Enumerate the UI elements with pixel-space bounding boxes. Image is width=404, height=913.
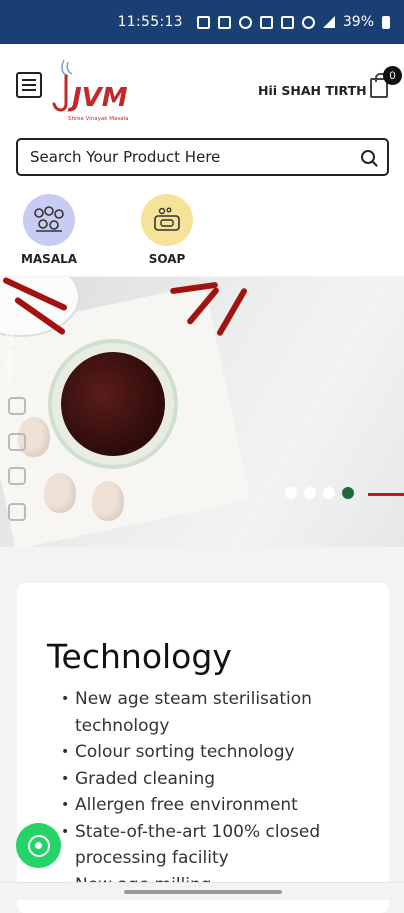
instagram-icon[interactable] xyxy=(8,467,26,485)
menu-button[interactable] xyxy=(16,72,42,98)
youtube-icon[interactable] xyxy=(8,503,26,521)
battery-percent: 39% xyxy=(342,14,374,30)
masala-icon xyxy=(34,206,64,232)
carousel-dot[interactable] xyxy=(285,487,297,499)
category-soap[interactable]: SOAP xyxy=(127,194,207,266)
status-time: 11:55:13 xyxy=(117,14,183,30)
technology-item: Allergen free environment xyxy=(61,792,375,819)
whatsapp-button[interactable] xyxy=(16,823,61,868)
category-row: MASALA SOAP xyxy=(0,190,404,276)
signal-icon xyxy=(322,16,335,28)
battery-icon xyxy=(382,15,390,29)
carousel-dot[interactable] xyxy=(304,487,316,499)
search-icon[interactable] xyxy=(361,150,375,164)
search-bar[interactable] xyxy=(16,138,389,176)
category-soap-circle[interactable] xyxy=(141,194,193,246)
calendar-icon xyxy=(259,15,273,29)
banner-garlic xyxy=(44,473,76,513)
laptop-icon xyxy=(196,15,210,29)
category-label: MASALA xyxy=(20,252,78,266)
brand-logo[interactable]: JVM Shree Vinayak Masala xyxy=(46,54,136,124)
technology-item: Graded cleaning xyxy=(61,766,375,793)
category-masala[interactable]: MASALA xyxy=(9,194,89,266)
banner-pickle-bowl xyxy=(48,339,178,469)
user-greeting[interactable]: Hii SHAH TIRTH xyxy=(258,83,367,98)
banner-garlic xyxy=(92,481,124,521)
technology-item: State-of-the-art 100% closed processing … xyxy=(61,819,375,872)
gesture-bar xyxy=(0,882,404,900)
hero-banner[interactable]: Follow Us xyxy=(0,277,404,547)
grid-icon xyxy=(217,15,231,29)
home-indicator[interactable] xyxy=(124,890,282,894)
logo-initials: JVM xyxy=(67,83,128,113)
app-header: JVM Shree Vinayak Masala Hii SHAH TIRTH … xyxy=(0,44,404,190)
technology-list: New age steam sterilisation technology C… xyxy=(61,686,375,898)
category-label: SOAP xyxy=(148,252,186,266)
category-masala-circle[interactable] xyxy=(23,194,75,246)
follow-us-label: Follow Us xyxy=(4,332,17,382)
search-input[interactable] xyxy=(30,148,361,166)
carousel-dots xyxy=(285,487,354,499)
status-bar: 11:55:13 39% xyxy=(0,0,404,44)
technology-card: Technology New age steam sterilisation t… xyxy=(17,583,389,913)
banner-accent-line xyxy=(368,493,404,496)
alarm-icon xyxy=(238,15,252,29)
technology-item: Colour sorting technology xyxy=(61,739,375,766)
carousel-dot[interactable] xyxy=(323,487,335,499)
soap-icon xyxy=(154,207,180,231)
banner-chili xyxy=(215,287,249,337)
technology-title: Technology xyxy=(47,637,232,676)
carousel-dot-active[interactable] xyxy=(342,487,354,499)
facebook-icon[interactable] xyxy=(8,397,26,415)
twitter-icon[interactable] xyxy=(8,433,26,451)
hamburger-line xyxy=(22,84,36,86)
hamburger-line xyxy=(22,89,36,91)
wifi-icon xyxy=(301,15,315,29)
logo-tagline: Shree Vinayak Masala xyxy=(68,116,128,122)
technology-item: New age steam sterilisation technology xyxy=(61,686,375,739)
hamburger-line xyxy=(22,79,36,81)
cart-count-badge: 0 xyxy=(383,66,402,85)
whatsapp-icon xyxy=(27,834,50,857)
vibrate-icon xyxy=(280,15,294,29)
follow-us: Follow Us xyxy=(4,329,26,389)
